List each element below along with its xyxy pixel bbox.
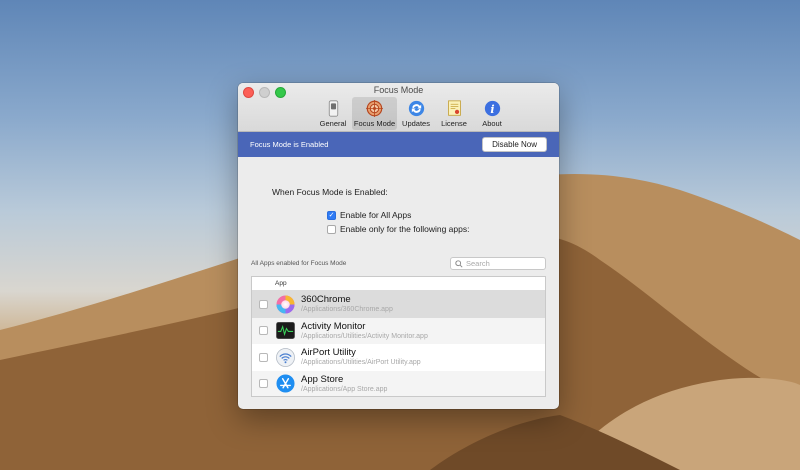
tab-focus-mode[interactable]: Focus Mode <box>352 97 397 130</box>
app-store-icon <box>276 374 295 393</box>
option-label: Enable only for the following apps: <box>340 224 470 234</box>
row-checkbox[interactable] <box>259 379 268 389</box>
app-name: AirPort Utility <box>301 347 356 359</box>
info-icon: i <box>484 100 500 117</box>
app-path: /Applications/360Chrome.app <box>301 306 393 314</box>
enable-selected-apps-option[interactable]: Enable only for the following apps: <box>327 224 469 234</box>
tab-general[interactable]: General <box>314 97 352 130</box>
tab-label: Focus Mode <box>353 119 396 128</box>
svg-text:i: i <box>490 103 494 116</box>
airport-utility-icon <box>276 347 295 367</box>
enable-all-apps-checkbox[interactable]: ✓ <box>327 210 336 220</box>
preferences-toolbar: General Focus Mode Updates License i Abo… <box>314 97 511 130</box>
table-row[interactable]: App Store /Applications/App Store.app <box>252 370 545 396</box>
status-text: Focus Mode is Enabled <box>250 140 329 149</box>
tab-label: General <box>319 119 347 128</box>
tab-license[interactable]: License <box>435 97 473 130</box>
certificate-icon <box>447 100 461 116</box>
app-path: /Applications/App Store.app <box>301 385 388 393</box>
target-icon <box>366 100 383 117</box>
switch-icon <box>328 100 338 117</box>
tab-label: License <box>441 119 467 128</box>
titlebar: Focus Mode General Focus Mode Updates Li… <box>238 83 559 132</box>
table-row[interactable]: Activity Monitor /Applications/Utilities… <box>252 317 545 344</box>
window-title: Focus Mode <box>373 85 424 95</box>
app-name: 360Chrome <box>301 294 351 306</box>
app-table: App 360Chrome /Applications/360Chrome.ap… <box>251 276 546 397</box>
app-name: App Store <box>301 373 344 385</box>
tab-label: Updates <box>402 119 430 128</box>
status-banner: Focus Mode is Enabled Disable Now <box>238 132 559 157</box>
preferences-window: Focus Mode General Focus Mode Updates Li… <box>238 83 559 409</box>
column-header-app[interactable]: App <box>252 277 545 291</box>
app-name: Activity Monitor <box>301 320 366 332</box>
app-path: /Applications/Utilities/Activity Monitor… <box>301 332 428 340</box>
row-checkbox[interactable] <box>259 299 268 309</box>
option-label: Enable for All Apps <box>340 210 412 220</box>
search-field[interactable] <box>450 257 546 270</box>
tab-updates[interactable]: Updates <box>397 97 435 130</box>
refresh-icon <box>408 100 424 117</box>
app-path: /Applications/Utilities/AirPort Utility.… <box>301 359 421 367</box>
tab-label: About <box>482 119 502 128</box>
search-icon <box>455 259 463 268</box>
row-checkbox[interactable] <box>259 326 268 336</box>
disable-now-button[interactable]: Disable Now <box>482 137 547 152</box>
360chrome-icon <box>276 295 295 314</box>
search-input[interactable] <box>466 259 541 268</box>
table-row[interactable]: AirPort Utility /Applications/Utilities/… <box>252 344 545 371</box>
tab-about[interactable]: i About <box>473 97 511 130</box>
activity-monitor-icon <box>276 322 295 340</box>
enable-selected-apps-checkbox[interactable] <box>327 224 336 234</box>
row-checkbox[interactable] <box>259 352 268 362</box>
settings-heading: When Focus Mode is Enabled: <box>272 187 388 197</box>
table-row[interactable]: 360Chrome /Applications/360Chrome.app <box>252 291 545 318</box>
enable-all-apps-option[interactable]: ✓ Enable for All Apps <box>327 210 411 220</box>
app-list-caption: All Apps enabled for Focus Mode <box>251 260 347 267</box>
